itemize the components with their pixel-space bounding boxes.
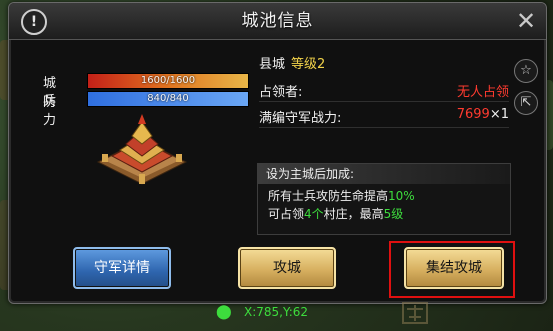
bonus-line-1-text: 所有士兵攻防生命提高 (268, 189, 389, 203)
troops-value: 840/840 (147, 93, 189, 104)
garrison-row: 满编守军战力: 7699×1 (259, 105, 509, 128)
defense-bar: 1600/1600 (87, 73, 249, 89)
title-bar: 城池信息 ! ✕ (9, 3, 546, 40)
city-building-image (96, 114, 188, 185)
bonus-line-2: 可占领4个村庄，最高5级 (258, 204, 510, 224)
occupant-label: 占领者: (259, 85, 303, 100)
bonus-line-2-a: 可占领 (268, 207, 305, 221)
garrison-label: 满编守军战力: (259, 111, 342, 126)
troops-bar: 840/840 (87, 91, 249, 107)
bonus-line-1-value: 10% (388, 189, 415, 203)
watermark (372, 297, 547, 329)
location-pin-icon: ⬤ (216, 304, 232, 320)
occupant-value: 无人占领 (456, 85, 509, 100)
info-icon[interactable]: ! (21, 9, 47, 35)
coordinates-text: X:785,Y:62 (244, 305, 309, 319)
share-icon[interactable]: ⇱ (514, 91, 538, 115)
city-info-panel: 城池信息 ! ✕ ☆ ⇱ 城防 1600/1600 兵力 840/840 县城等… (8, 2, 547, 304)
defense-value: 1600/1600 (140, 75, 196, 86)
garrison-value: 7699×1 (457, 107, 509, 122)
garrison-multiplier: ×1 (489, 107, 509, 122)
garrison-details-button[interactable]: 守军详情 (73, 247, 171, 289)
bonus-line-2-c: 村庄，最高 (323, 207, 384, 221)
rally-attack-button[interactable]: 集结攻城 (404, 247, 504, 289)
attack-button[interactable]: 攻城 (238, 247, 336, 289)
bonus-line-2-d: 5级 (383, 207, 404, 221)
city-header: 县城 等级2 (259, 53, 325, 72)
bonus-line-2-b: 4个 (304, 207, 324, 221)
city-type: 县城 (259, 57, 286, 72)
panel-title: 城池信息 (241, 11, 314, 31)
bonus-line-1: 所有士兵攻防生命提高10% (258, 186, 510, 206)
city-level: 等级2 (291, 57, 326, 72)
star-icon[interactable]: ☆ (514, 59, 538, 83)
troops-label: 兵力 (43, 94, 57, 128)
garrison-power: 7699 (456, 107, 490, 122)
close-icon[interactable]: ✕ (514, 9, 538, 33)
occupant-row: 占领者: 无人占领 (259, 79, 509, 102)
bonus-header: 设为主城后加成: (258, 164, 510, 184)
watermark-logo-icon (402, 302, 428, 324)
capital-bonus-box: 设为主城后加成: 所有士兵攻防生命提高10% 可占领4个村庄，最高5级 (257, 163, 511, 235)
